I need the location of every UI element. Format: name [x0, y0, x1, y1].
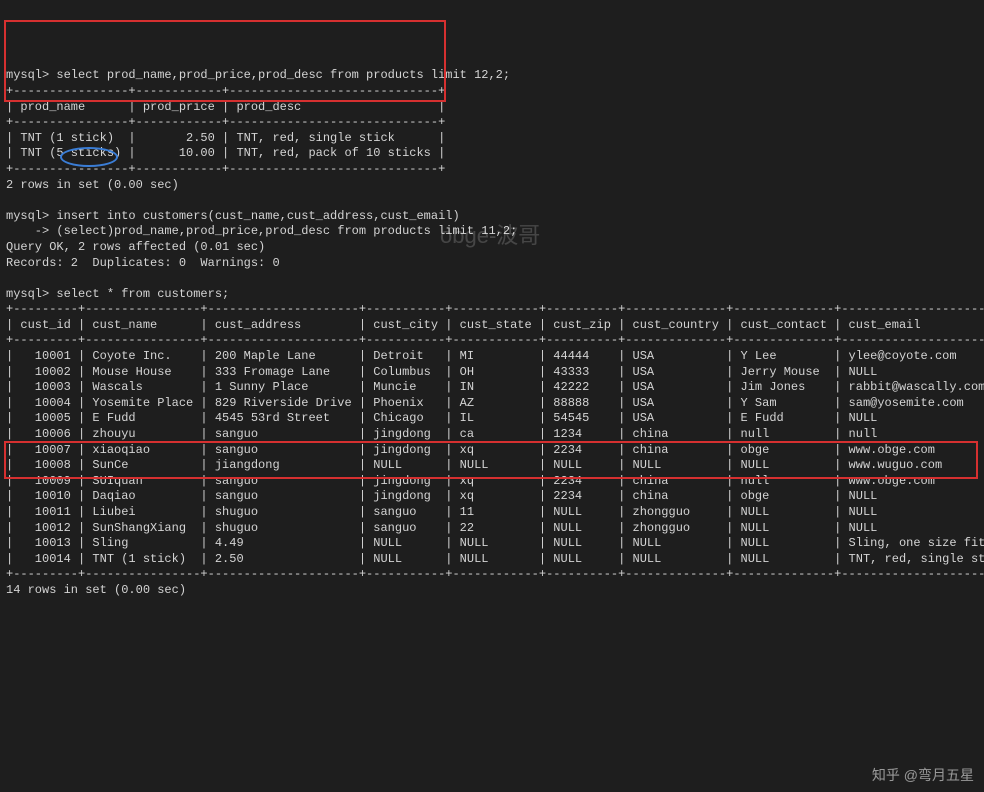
table2-row: | 10007 | xiaoqiao | sanguo | jingdong |…	[6, 443, 984, 457]
query-status-1: 2 rows in set (0.00 sec)	[6, 178, 179, 192]
table2-row: | 10014 | TNT (1 stick) | 2.50 | NULL | …	[6, 552, 984, 566]
table2-sep: +---------+----------------+------------…	[6, 567, 984, 581]
attribution-text: 知乎 @弯月五星	[872, 766, 974, 784]
table2-row: | 10009 | SUIquan | sanguo | jingdong | …	[6, 474, 984, 488]
table2-header: | cust_id | cust_name | cust_address | c…	[6, 318, 984, 332]
table2-row: | 10012 | SunShangXiang | shuguo | sangu…	[6, 521, 984, 535]
table2-row: | 10003 | Wascals | 1 Sunny Place | Munc…	[6, 380, 984, 394]
table2-row: | 10011 | Liubei | shuguo | sanguo | 11 …	[6, 505, 984, 519]
table2-row: | 10001 | Coyote Inc. | 200 Maple Lane |…	[6, 349, 984, 363]
table1-sep: +----------------+------------+---------…	[6, 115, 445, 129]
table1-row: | TNT (1 stick) | 2.50 | TNT, red, singl…	[6, 131, 445, 145]
query-status-2b: Records: 2 Duplicates: 0 Warnings: 0	[6, 256, 280, 270]
query-status-2a: Query OK, 2 rows affected (0.01 sec)	[6, 240, 265, 254]
table2-row: | 10004 | Yosemite Place | 829 Riverside…	[6, 396, 984, 410]
table2-row: | 10013 | Sling | 4.49 | NULL | NULL | N…	[6, 536, 984, 550]
table2-row: | 10002 | Mouse House | 333 Fromage Lane…	[6, 365, 984, 379]
table1-sep: +----------------+------------+---------…	[6, 162, 445, 176]
table1-row: | TNT (5 sticks) | 10.00 | TNT, red, pac…	[6, 146, 445, 160]
table2-row: | 10006 | zhouyu | sanguo | jingdong | c…	[6, 427, 984, 441]
table2-row: | 10008 | SunCe | jiangdong | NULL | NUL…	[6, 458, 984, 472]
table1-sep: +----------------+------------+---------…	[6, 84, 445, 98]
table2-sep: +---------+----------------+------------…	[6, 302, 984, 316]
table2-sep: +---------+----------------+------------…	[6, 333, 984, 347]
terminal-output[interactable]: mysql> select prod_name,prod_price,prod_…	[6, 68, 978, 598]
sql-prompt-1: mysql> select prod_name,prod_price,prod_…	[6, 68, 510, 82]
query-status-3: 14 rows in set (0.00 sec)	[6, 583, 186, 597]
table2-row: | 10010 | Daqiao | sanguo | jingdong | x…	[6, 489, 984, 503]
table2-row: | 10005 | E Fudd | 4545 53rd Street | Ch…	[6, 411, 984, 425]
table1-header: | prod_name | prod_price | prod_desc |	[6, 100, 445, 114]
sql-prompt-2b: -> (select)prod_name,prod_price,prod_des…	[6, 224, 517, 238]
sql-prompt-2a: mysql> insert into customers(cust_name,c…	[6, 209, 460, 223]
sql-prompt-3: mysql> select * from customers;	[6, 287, 229, 301]
